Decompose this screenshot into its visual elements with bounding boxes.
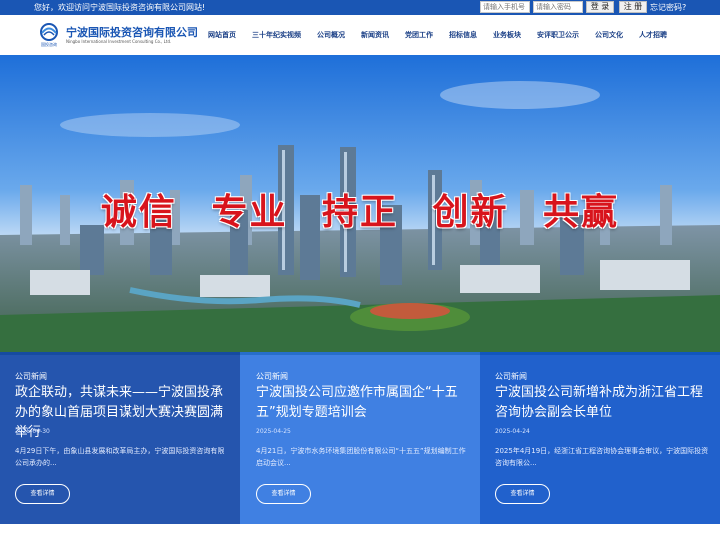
news-category: 公司新闻 [256, 372, 288, 381]
top-bar: 您好，欢迎访问宁波国际投资咨询有限公司网站! 登 录 注 册 忘记密码? [0, 0, 720, 15]
page-bottom [0, 524, 720, 540]
phone-input[interactable] [480, 1, 530, 13]
view-details-button[interactable]: 查看详情 [495, 484, 550, 504]
news-date: 2025-04-25 [256, 428, 291, 435]
nav-careers[interactable]: 人才招聘 [631, 30, 675, 40]
welcome-text: 您好，欢迎访问宁波国际投资咨询有限公司网站! [34, 3, 206, 12]
nav-safety-notice[interactable]: 安评职卫公示 [529, 30, 587, 40]
news-date: 2025-04-24 [495, 428, 530, 435]
site-header: 国投咨询 宁波国际投资咨询有限公司 Ningbo International I… [0, 15, 720, 55]
view-details-button[interactable]: 查看详情 [256, 484, 311, 504]
hero-banner: 诚信 专业 持正 创新 共赢 [0, 55, 720, 355]
view-details-button[interactable]: 查看详情 [15, 484, 70, 504]
forgot-password-link[interactable]: 忘记密码? [650, 2, 686, 13]
news-cards: 公司新闻 政企联动，共谋未来——宁波国投承办的象山首届项目谋划大赛决赛圆满举行 … [0, 352, 720, 524]
nav-tender-info[interactable]: 招标信息 [441, 30, 485, 40]
nav-news[interactable]: 新闻资讯 [353, 30, 397, 40]
news-category: 公司新闻 [495, 372, 527, 381]
password-input[interactable] [533, 1, 583, 13]
banner-slogan: 诚信 专业 持正 创新 共赢 [100, 191, 620, 233]
news-excerpt: 4月29日下午，由象山县发展和改革局主办，宁波国际投资咨询有限公司承办的... [15, 447, 225, 467]
register-button[interactable]: 注 册 [619, 1, 647, 13]
nav-30-years-video[interactable]: 三十年纪实视频 [244, 30, 309, 40]
nav-business[interactable]: 业务板块 [485, 30, 529, 40]
news-excerpt: 2025年4月19日，经浙江省工程咨询协会理事会审议，宁波国际投资咨询有限公..… [495, 447, 709, 467]
news-title[interactable]: 宁波国投公司新增补成为浙江省工程咨询协会副会长单位 [495, 383, 713, 423]
nav-party-work[interactable]: 党团工作 [397, 30, 441, 40]
news-card[interactable]: 公司新闻 宁波国投公司新增补成为浙江省工程咨询协会副会长单位 2025-04-2… [480, 352, 720, 524]
nav-company-overview[interactable]: 公司概况 [309, 30, 353, 40]
company-name-cn: 宁波国际投资咨询有限公司 [66, 26, 198, 39]
news-excerpt: 4月21日，宁波市水务环境集团股份有限公司“十五五”规划编制工作启动会议... [256, 447, 466, 467]
nav-culture[interactable]: 公司文化 [587, 30, 631, 40]
company-name-en: Ningbo International Investment Consulti… [66, 39, 172, 44]
news-category: 公司新闻 [15, 372, 47, 381]
main-nav: 网站首页 三十年纪实视频 公司概况 新闻资讯 党团工作 招标信息 业务板块 安评… [200, 15, 675, 55]
nav-home[interactable]: 网站首页 [200, 30, 244, 40]
news-card[interactable]: 公司新闻 宁波国投公司应邀作市属国企“十五五”规划专题培训会 2025-04-2… [240, 352, 480, 524]
login-button[interactable]: 登 录 [586, 1, 614, 13]
logo-caption: 国投咨询 [41, 41, 57, 47]
news-card[interactable]: 公司新闻 政企联动，共谋未来——宁波国投承办的象山首届项目谋划大赛决赛圆满举行 … [0, 352, 240, 524]
company-logo-icon[interactable]: 国投咨询 [36, 21, 62, 47]
news-date: 2025-04-30 [15, 428, 50, 435]
news-title[interactable]: 宁波国投公司应邀作市属国企“十五五”规划专题培训会 [256, 383, 474, 423]
